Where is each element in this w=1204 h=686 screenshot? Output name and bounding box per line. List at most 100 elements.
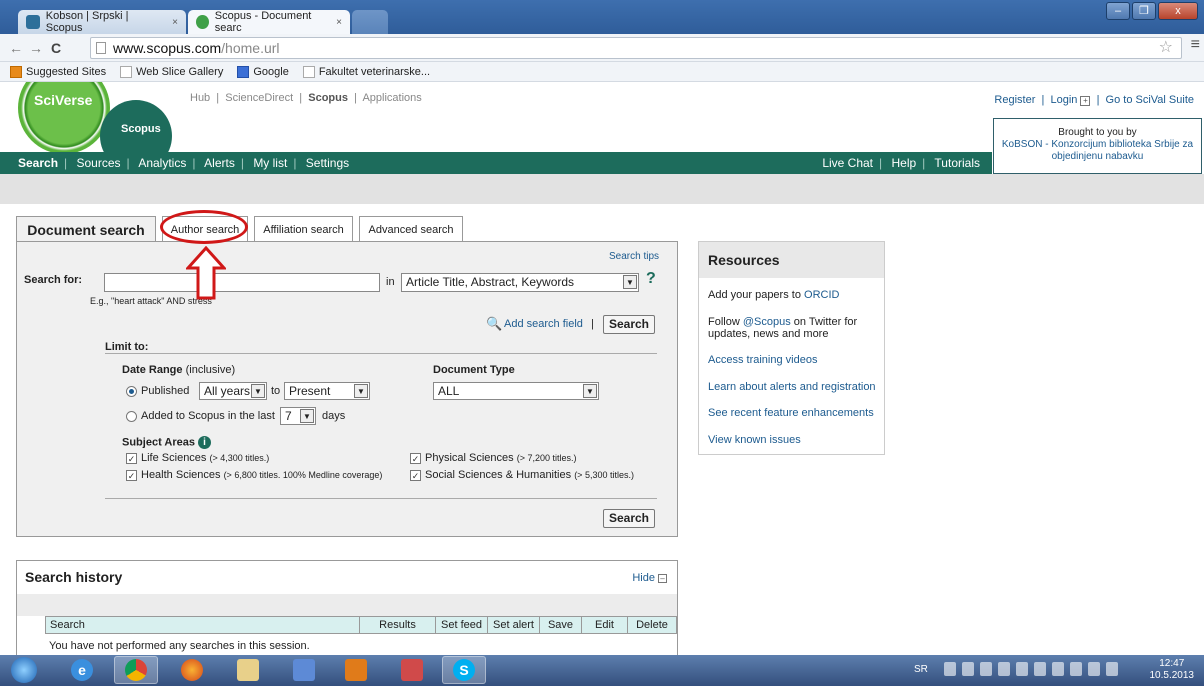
hide-history-link[interactable]: Hide – (632, 572, 667, 584)
add-field-icon[interactable]: 🔍 (486, 316, 502, 332)
taskbar-app-2[interactable] (390, 656, 434, 684)
tray-icon[interactable] (980, 662, 992, 676)
health-sciences-checkbox[interactable]: ✓ (126, 469, 137, 481)
windows-logo-icon (11, 657, 37, 683)
volume-icon[interactable] (1088, 662, 1100, 676)
published-option[interactable]: Published (126, 385, 189, 397)
login-link[interactable]: Login (1050, 94, 1077, 106)
close-tab-icon[interactable]: × (172, 17, 178, 28)
search-button-bottom[interactable]: Search (603, 509, 655, 528)
nav-sciencedirect[interactable]: ScienceDirect (225, 92, 293, 104)
nav-my-list[interactable]: My list (253, 156, 287, 170)
tab-document-search[interactable]: Document search (16, 216, 156, 243)
physical-sciences-checkbox[interactable]: ✓ (410, 452, 421, 464)
browser-tab-kobson[interactable]: Kobson | Srpski | Scopus × (18, 10, 186, 34)
expand-icon[interactable]: + (1080, 96, 1091, 106)
network-icon[interactable] (998, 662, 1010, 676)
bookmark-star-icon[interactable]: ☆ (1159, 38, 1173, 58)
nav-scopus[interactable]: Scopus (308, 92, 348, 104)
tray-icon[interactable] (1052, 662, 1064, 676)
new-tab-button[interactable] (352, 10, 388, 34)
scival-link[interactable]: Go to SciVal Suite (1106, 94, 1194, 106)
nav-applications[interactable]: Applications (362, 92, 421, 104)
resource-training-videos[interactable]: Access training videos (708, 354, 817, 366)
nav-help[interactable]: Help (891, 156, 916, 170)
resource-known-issues[interactable]: View known issues (708, 434, 801, 446)
nav-hub[interactable]: Hub (190, 92, 210, 104)
tray-icon[interactable] (962, 662, 974, 676)
tray-icon[interactable] (1070, 662, 1082, 676)
bookmark-fakultet[interactable]: Fakultet veterinarske... (302, 65, 430, 78)
days-select[interactable]: 7 ▼ (280, 407, 316, 425)
nav-sources[interactable]: Sources (77, 156, 121, 170)
life-sciences-checkbox[interactable]: ✓ (126, 452, 137, 464)
institution-name-line2[interactable]: objedinjenu nabavku (994, 151, 1201, 163)
published-radio[interactable] (126, 385, 137, 397)
taskbar-ie[interactable]: e (60, 656, 104, 684)
document-type-select[interactable]: ALL ▼ (433, 382, 599, 400)
maximize-button[interactable]: ❐ (1132, 2, 1156, 20)
tray-icon[interactable] (1106, 662, 1118, 676)
taskbar-firefox[interactable] (170, 656, 214, 684)
tab-affiliation-search[interactable]: Affiliation search (254, 216, 353, 242)
tab-advanced-search[interactable]: Advanced search (359, 216, 463, 242)
institution-name[interactable]: KoBSON - Konzorcijum biblioteka Srbije z… (994, 139, 1201, 151)
years-from-select[interactable]: All years ▼ (199, 382, 267, 400)
clock-date: 10.5.2013 (1149, 670, 1195, 681)
nav-settings[interactable]: Settings (306, 156, 349, 170)
search-tips-link[interactable]: Search tips (609, 251, 659, 262)
skype-icon: S (453, 659, 475, 681)
start-button[interactable] (4, 656, 44, 684)
nav-live-chat[interactable]: Live Chat (822, 156, 873, 170)
bookmark-suggested-sites[interactable]: Suggested Sites (10, 65, 107, 78)
forward-button[interactable]: → (26, 40, 46, 56)
subject-social-sciences[interactable]: ✓ Social Sciences & Humanities (> 5,300 t… (410, 469, 634, 481)
subject-life-sciences[interactable]: ✓ Life Sciences (> 4,300 titles.) (126, 452, 269, 464)
info-icon[interactable]: i (198, 436, 212, 449)
years-to-select[interactable]: Present ▼ (284, 382, 370, 400)
nav-alerts[interactable]: Alerts (204, 156, 235, 170)
nav-analytics[interactable]: Analytics (138, 156, 186, 170)
search-button-top[interactable]: Search (603, 315, 655, 334)
collapse-icon: – (658, 574, 667, 583)
help-icon[interactable]: ? (646, 270, 656, 288)
search-field-select[interactable]: Article Title, Abstract, Keywords ▼ (401, 273, 639, 292)
close-window-button[interactable]: x (1158, 2, 1198, 20)
close-tab-icon[interactable]: × (336, 17, 342, 28)
resource-feature-enhancements[interactable]: See recent feature enhancements (708, 407, 874, 419)
taskbar-skype[interactable]: S (442, 656, 486, 684)
bookmark-google[interactable]: Google (237, 65, 289, 78)
taskbar-explorer[interactable] (226, 656, 270, 684)
tray-icon[interactable] (1034, 662, 1046, 676)
chrome-menu-icon[interactable]: ≡ (1191, 36, 1200, 54)
col-set-alert: Set alert (488, 617, 540, 633)
reload-button[interactable]: C (46, 40, 66, 56)
resource-alerts-registration[interactable]: Learn about alerts and registration (708, 381, 876, 393)
social-sciences-checkbox[interactable]: ✓ (410, 469, 421, 481)
add-search-field-link[interactable]: Add search field (504, 318, 583, 330)
tray-icon[interactable] (944, 662, 956, 676)
bookmark-label: Suggested Sites (26, 65, 107, 78)
resource-orcid[interactable]: Add your papers to ORCID (708, 289, 839, 301)
minimize-button[interactable]: – (1106, 2, 1130, 20)
nav-search[interactable]: Search (18, 156, 58, 170)
subject-health-sciences[interactable]: ✓ Health Sciences (> 6,800 titles. 100% M… (126, 469, 382, 481)
language-indicator[interactable]: SR (914, 664, 928, 675)
subject-physical-sciences[interactable]: ✓ Physical Sciences (> 7,200 titles.) (410, 452, 577, 464)
resource-follow-twitter[interactable]: Follow @Scopus on Twitter for updates, ne… (708, 316, 857, 340)
col-edit: Edit (582, 617, 628, 633)
back-button[interactable]: ← (6, 40, 26, 56)
register-link[interactable]: Register (994, 94, 1035, 106)
taskbar-chrome[interactable] (114, 656, 158, 684)
flag-icon[interactable] (1016, 662, 1028, 676)
browser-tab-scopus[interactable]: Scopus - Document searc × (188, 10, 350, 34)
address-bar[interactable]: www.scopus.com/home.url ☆ (90, 37, 1182, 59)
added-to-scopus-option[interactable]: Added to Scopus in the last (126, 410, 275, 422)
taskbar-outlook[interactable] (334, 656, 378, 684)
taskbar-app[interactable] (282, 656, 326, 684)
bookmark-web-slice-gallery[interactable]: Web Slice Gallery (120, 65, 223, 78)
nav-tutorials[interactable]: Tutorials (934, 156, 980, 170)
added-radio[interactable] (126, 410, 137, 422)
clock[interactable]: 12:47 10.5.2013 (1150, 658, 1195, 682)
search-input[interactable] (104, 273, 380, 292)
